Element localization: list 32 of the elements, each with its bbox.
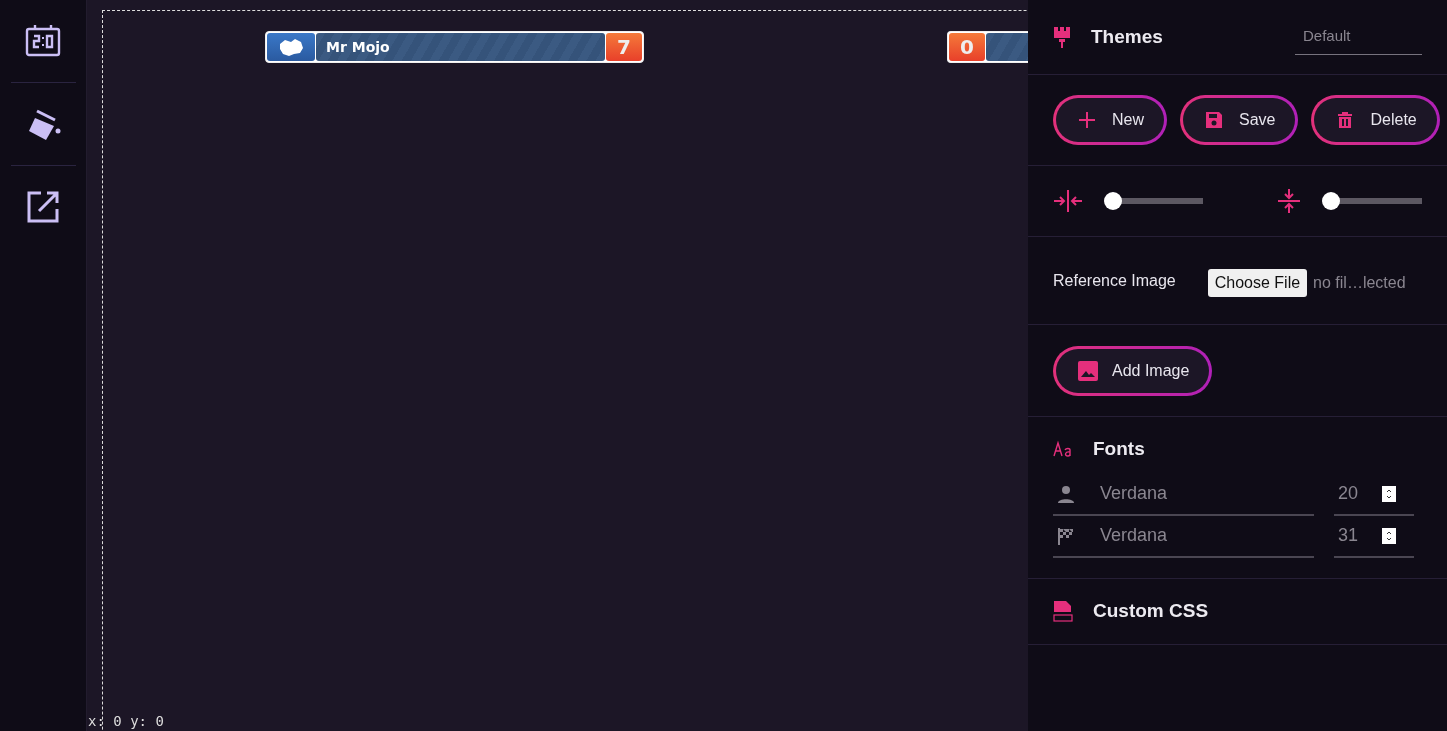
trash-icon xyxy=(1336,111,1355,129)
font-family-field[interactable]: Verdana xyxy=(1098,479,1298,508)
scoreboard-icon[interactable] xyxy=(25,23,61,59)
font-size-field[interactable]: 20 xyxy=(1334,479,1382,508)
player-name: Mr Mojo xyxy=(316,33,605,61)
file-name: no fil…lected xyxy=(1313,272,1406,293)
section-title: Custom CSS xyxy=(1093,598,1209,623)
name-bar xyxy=(986,33,1028,61)
spinner-icon xyxy=(1382,527,1396,544)
plus-icon xyxy=(1078,111,1096,129)
theme-select[interactable]: Default xyxy=(1295,19,1422,55)
person-icon xyxy=(1057,484,1075,503)
slider-thumb[interactable] xyxy=(1104,192,1122,210)
external-link-icon[interactable] xyxy=(25,189,61,225)
font-family-field[interactable]: Verdana xyxy=(1098,521,1298,550)
compress-horizontal-icon xyxy=(1053,188,1083,214)
spinner-icon xyxy=(1382,485,1396,502)
choose-file-button[interactable]: Choose File xyxy=(1207,268,1308,297)
score: 7 xyxy=(606,33,642,61)
slider-thumb[interactable] xyxy=(1322,192,1340,210)
field-label: Reference Image xyxy=(1053,270,1176,291)
cursor-coordinates: x: 0 y: 0 xyxy=(88,713,164,729)
section-title: Fonts xyxy=(1093,437,1145,461)
score: 0 xyxy=(949,33,985,61)
section-title: Themes xyxy=(1091,24,1163,49)
checkered-flag-icon xyxy=(1057,526,1075,545)
compress-vertical-icon xyxy=(1276,188,1302,214)
image-icon xyxy=(1078,360,1098,381)
css-file-icon xyxy=(1053,600,1073,622)
font-size-field[interactable]: 31 xyxy=(1334,521,1382,550)
font-icon xyxy=(1053,440,1073,459)
paintbrush-icon xyxy=(1053,26,1071,48)
